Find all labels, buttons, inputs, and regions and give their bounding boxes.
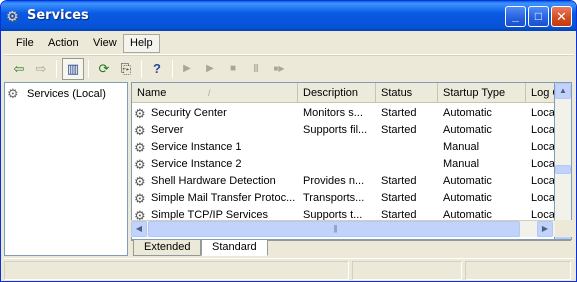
start-service-alt-icon[interactable]: ▶	[199, 58, 221, 80]
service-status	[381, 139, 439, 156]
column-header-startup-type[interactable]: Startup Type	[438, 83, 526, 103]
menu-action[interactable]: Action	[42, 34, 85, 53]
horizontal-scroll-thumb[interactable]: |||	[148, 221, 520, 237]
export-list-icon[interactable]: ⎘	[115, 58, 137, 80]
service-startup-type: Automatic	[443, 175, 492, 187]
scroll-right-button[interactable]: ▶	[537, 221, 553, 237]
service-gear-icon: ⚙	[134, 174, 146, 189]
service-log-on: Local	[531, 192, 555, 204]
tab-standard[interactable]: Standard	[201, 240, 268, 256]
help-icon[interactable]: ?	[146, 58, 168, 80]
column-header-log-on[interactable]: Log O	[526, 83, 554, 103]
minimize-button[interactable]: _	[505, 6, 526, 27]
service-name: Service Instance 1	[151, 141, 242, 153]
service-description: Supports fil...	[303, 124, 368, 136]
back-arrow-icon[interactable]: ⇦	[8, 58, 30, 80]
services-window: ⚙ Services _ □ ✕ File Action View Help ⇦…	[0, 0, 577, 282]
service-log-on: Local	[531, 175, 555, 187]
view-tabs: Extended Standard	[131, 240, 571, 256]
service-gear-icon: ⚙	[134, 106, 146, 121]
toolbar-separator	[172, 60, 173, 78]
tree-pane: ⚙ Services (Local)	[4, 82, 128, 256]
service-startup-type: Manual	[443, 158, 480, 170]
pause-service-icon[interactable]: ‖	[245, 58, 267, 80]
title-bar[interactable]: ⚙ Services _ □ ✕	[1, 1, 576, 31]
scroll-left-button[interactable]: ◀	[131, 221, 147, 237]
table-row[interactable]: ⚙ Shell Hardware Detection Provides n...…	[132, 173, 555, 190]
table-row[interactable]: ⚙ Security Center Monitors s... Started …	[132, 105, 555, 122]
scrollbar-corner	[555, 220, 572, 237]
service-log-on: Local	[531, 141, 555, 153]
service-status: Started	[381, 107, 417, 119]
service-name: Security Center	[151, 107, 227, 119]
menu-view[interactable]: View	[87, 34, 123, 53]
status-pane-secondary	[352, 261, 462, 280]
refresh-icon[interactable]: ⟳	[93, 58, 115, 80]
tree-item-label: Services (Local)	[27, 88, 106, 100]
service-gear-icon: ⚙	[134, 157, 146, 172]
services-list: Name / Description Status Startup Type L…	[131, 82, 555, 240]
service-status: Started	[381, 124, 417, 136]
show-hide-tree-icon[interactable]: ▥	[62, 58, 84, 80]
service-status: Started	[381, 175, 417, 187]
service-log-on: Local	[531, 107, 555, 119]
service-log-on: Local	[531, 158, 555, 170]
tab-extended[interactable]: Extended	[133, 240, 202, 256]
list-header: Name / Description Status Startup Type L…	[132, 83, 554, 103]
forward-arrow-icon[interactable]: ⇨	[30, 58, 52, 80]
toolbar-separator	[88, 60, 89, 78]
services-gear-icon: ⚙	[7, 86, 19, 101]
menu-bar: File Action View Help	[4, 32, 574, 55]
start-service-icon[interactable]: ▶	[176, 58, 198, 80]
service-startup-type: Automatic	[443, 192, 492, 204]
toolbar-separator	[56, 60, 57, 78]
column-header-name[interactable]: Name /	[132, 83, 298, 103]
service-status: Started	[381, 192, 417, 204]
service-description	[303, 156, 375, 173]
service-name: Server	[151, 124, 184, 136]
vertical-scrollbar[interactable]: ▲ ▼	[555, 82, 572, 240]
close-button[interactable]: ✕	[551, 6, 572, 27]
status-bar	[4, 258, 574, 280]
stop-service-icon[interactable]: ■	[222, 58, 244, 80]
service-gear-icon: ⚙	[134, 140, 146, 155]
table-row[interactable]: ⚙ Service Instance 2 Manual Local	[132, 156, 555, 173]
service-startup-type: Automatic	[443, 124, 492, 136]
service-gear-icon: ⚙	[134, 123, 146, 138]
maximize-button[interactable]: □	[528, 6, 549, 27]
scroll-up-button[interactable]: ▲	[555, 83, 571, 99]
table-row[interactable]: ⚙ Simple Mail Transfer Protoc... Transpo…	[132, 190, 555, 207]
service-startup-type: Manual	[443, 141, 480, 153]
service-log-on: Local	[531, 124, 555, 136]
service-name: Service Instance 2	[151, 158, 242, 170]
menu-file[interactable]: File	[10, 34, 40, 53]
service-name: Simple Mail Transfer Protoc...	[151, 192, 296, 204]
menu-help[interactable]: Help	[123, 34, 160, 53]
table-row[interactable]: ⚙ Server Supports fil... Started Automat…	[132, 122, 555, 139]
column-header-description[interactable]: Description	[298, 83, 376, 103]
service-description: Transports...	[303, 192, 365, 204]
service-description: Provides n...	[303, 175, 365, 187]
table-row[interactable]: ⚙ Service Instance 1 Manual Local	[132, 139, 555, 156]
service-gear-icon: ⚙	[134, 191, 146, 206]
service-description: Monitors s...	[303, 107, 363, 119]
column-header-status[interactable]: Status	[376, 83, 438, 103]
toolbar: ⇦ ⇨ ▥ ⟳ ⎘ ? ▶ ▶ ■ ‖ ■▶	[4, 55, 574, 81]
service-description	[303, 139, 375, 156]
vertical-scroll-thumb[interactable]	[555, 165, 571, 174]
service-startup-type: Automatic	[443, 107, 492, 119]
restart-service-icon[interactable]: ■▶	[268, 58, 290, 80]
status-pane-main	[4, 261, 349, 280]
horizontal-scrollbar[interactable]: ◀ ||| ▶	[131, 220, 555, 237]
status-pane-tertiary	[465, 261, 571, 280]
sort-indicator-icon: /	[208, 88, 211, 98]
scroll-grip-icon: |||	[333, 224, 337, 233]
service-name: Shell Hardware Detection	[151, 175, 276, 187]
window-title: Services	[27, 8, 89, 23]
services-gear-icon: ⚙	[6, 8, 19, 24]
service-status	[381, 156, 439, 173]
toolbar-separator	[141, 60, 142, 78]
